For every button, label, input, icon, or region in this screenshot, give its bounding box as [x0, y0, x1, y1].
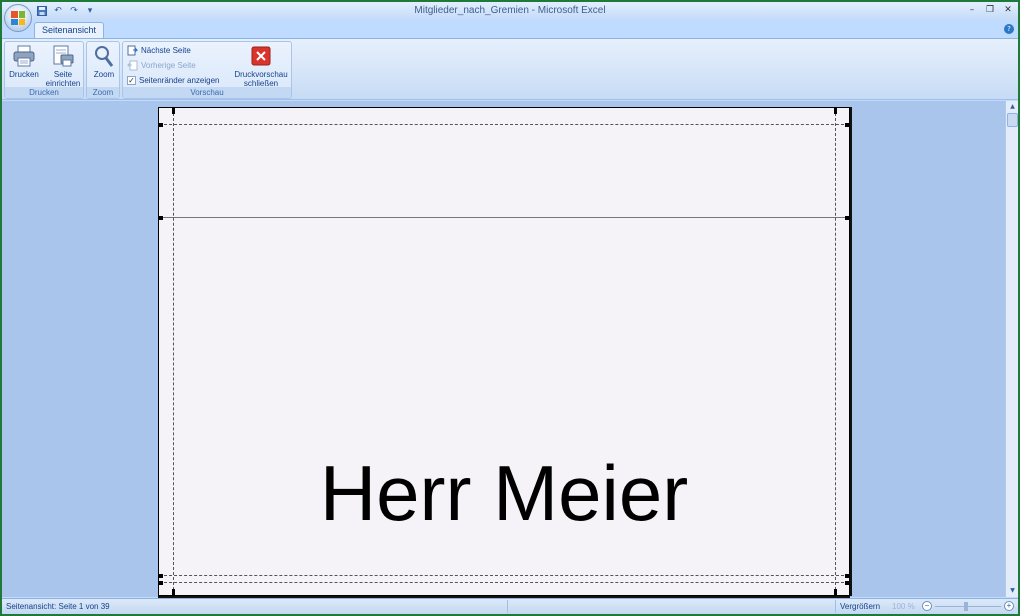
- previous-page-label: Vorherige Seite: [141, 61, 196, 70]
- zoom-slider-track[interactable]: [935, 606, 1001, 607]
- window-controls: – ❐ ✕: [966, 4, 1014, 16]
- status-separator: [835, 600, 836, 613]
- group-vorschau: Nächste Seite Vorherige Seite ✓ Seitenrä…: [122, 41, 292, 99]
- tab-seitenansicht[interactable]: Seitenansicht: [34, 22, 105, 38]
- margin-handle[interactable]: [159, 216, 163, 220]
- zoom-out-icon[interactable]: −: [922, 601, 932, 611]
- page-content-text: Herr Meier: [319, 449, 689, 537]
- excel-window: ↶ ↷ ▾ Mitglieder_nach_Gremien - Microsof…: [2, 2, 1018, 614]
- margin-handle[interactable]: [172, 589, 175, 595]
- margin-handle[interactable]: [834, 108, 837, 114]
- minimize-button[interactable]: –: [966, 4, 978, 16]
- top-margin-line[interactable]: [159, 217, 849, 218]
- margin-handle[interactable]: [845, 581, 849, 585]
- margin-handle[interactable]: [172, 108, 175, 114]
- scroll-up-icon[interactable]: ▲: [1007, 102, 1018, 112]
- close-window-button[interactable]: ✕: [1002, 4, 1014, 16]
- group-label-vorschau: Vorschau: [123, 87, 291, 98]
- print-button[interactable]: Drucken: [7, 44, 41, 79]
- zoom-label: Zoom: [93, 70, 115, 79]
- scroll-down-icon[interactable]: ▼: [1007, 586, 1018, 596]
- checkmark-icon: ✓: [127, 76, 136, 85]
- page-setup-label-1: Seite: [53, 70, 73, 79]
- show-margins-label: Seitenränder anzeigen: [139, 76, 220, 85]
- margin-handle[interactable]: [845, 574, 849, 578]
- status-bar: Seitenansicht: Seite 1 von 39 Vergrößern…: [2, 598, 1018, 614]
- vertical-scrollbar[interactable]: ▲ ▼: [1005, 101, 1018, 597]
- bottom-margin-line[interactable]: [159, 575, 849, 576]
- zoom-in-label[interactable]: Vergrößern: [840, 602, 880, 611]
- margin-handle[interactable]: [159, 581, 163, 585]
- office-logo-icon: [11, 11, 25, 25]
- zoom-button[interactable]: Zoom: [88, 44, 120, 79]
- close-preview-button[interactable]: Druckvorschau schließen: [231, 44, 291, 88]
- print-preview-area[interactable]: Herr Meier: [2, 101, 1005, 597]
- zoom-percent[interactable]: 100 %: [892, 602, 915, 611]
- magnifier-icon: [95, 46, 114, 67]
- print-label: Drucken: [9, 70, 39, 79]
- group-label-zoom: Zoom: [87, 87, 119, 98]
- group-drucken: Drucken Seite einrichten Drucken: [4, 41, 84, 99]
- margin-handle[interactable]: [159, 123, 163, 127]
- margin-handle[interactable]: [834, 589, 837, 595]
- next-page-icon: [127, 45, 138, 56]
- zoom-in-icon[interactable]: +: [1004, 601, 1014, 611]
- status-separator: [507, 600, 508, 613]
- next-page-label: Nächste Seite: [141, 46, 191, 55]
- office-button[interactable]: [4, 4, 32, 32]
- zoom-slider-knob[interactable]: [964, 602, 968, 611]
- ribbon: Drucken Seite einrichten Drucken Zoom Zo…: [2, 38, 1018, 100]
- status-page-info: Seitenansicht: Seite 1 von 39: [6, 602, 110, 611]
- previous-page-button[interactable]: Vorherige Seite: [127, 59, 196, 72]
- group-zoom: Zoom Zoom: [86, 41, 120, 99]
- footer-margin-line[interactable]: [159, 582, 849, 583]
- help-icon[interactable]: ?: [1004, 24, 1014, 34]
- margin-handle[interactable]: [159, 574, 163, 578]
- ribbon-tab-row: Seitenansicht ?: [2, 20, 1018, 38]
- page-setup-button[interactable]: Seite einrichten: [43, 44, 83, 88]
- scroll-thumb[interactable]: [1007, 113, 1018, 127]
- page-setup-icon: [53, 45, 74, 67]
- close-preview-label-1: Druckvorschau: [234, 70, 288, 79]
- restore-button[interactable]: ❐: [984, 4, 996, 16]
- show-margins-checkbox[interactable]: ✓ Seitenränder anzeigen: [127, 74, 220, 87]
- margin-handle[interactable]: [845, 123, 849, 127]
- printer-icon: [13, 45, 35, 67]
- next-page-button[interactable]: Nächste Seite: [127, 44, 191, 57]
- window-title: Mitglieder_nach_Gremien - Microsoft Exce…: [414, 5, 606, 16]
- group-label-drucken: Drucken: [5, 87, 83, 98]
- preview-page[interactable]: Herr Meier: [158, 107, 850, 596]
- previous-page-icon: [127, 60, 138, 71]
- close-preview-icon: [251, 46, 271, 66]
- title-bar: ↶ ↷ ▾ Mitglieder_nach_Gremien - Microsof…: [2, 2, 1018, 32]
- margin-handle[interactable]: [845, 216, 849, 220]
- header-margin-line[interactable]: [159, 124, 849, 125]
